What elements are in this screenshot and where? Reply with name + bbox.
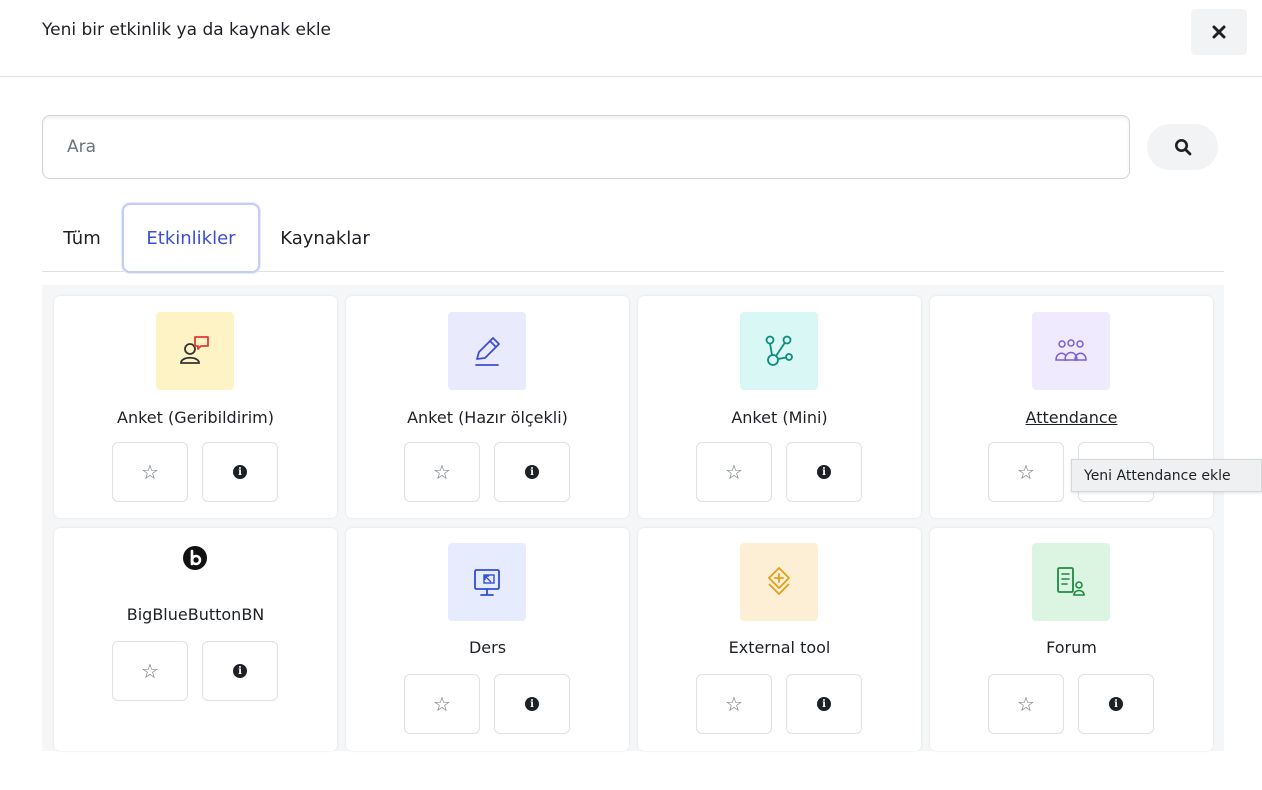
feedback-icon [180, 336, 209, 364]
star-icon: ☆ [433, 692, 451, 716]
module-card-choice[interactable]: Anket (Mini) ☆ i [638, 296, 921, 518]
modal-title: Yeni bir etkinlik ya da kaynak ekle [42, 20, 331, 40]
add-attendance-tooltip: Yeni Attendance ekle [1071, 459, 1262, 492]
star-icon: ☆ [1017, 692, 1035, 716]
star-button[interactable]: ☆ [112, 641, 188, 701]
presentation-icon [474, 569, 500, 596]
module-name[interactable]: Attendance [930, 408, 1213, 427]
module-icon-box [740, 543, 818, 621]
star-icon: ☆ [433, 460, 451, 484]
module-icon-box [1032, 312, 1110, 390]
modal-header: Yeni bir etkinlik ya da kaynak ekle [0, 0, 1262, 77]
tab-bar: Tüm Etkinlikler Kaynaklar [42, 203, 1224, 273]
info-button[interactable]: i [786, 442, 862, 502]
info-button[interactable]: i [1078, 674, 1154, 734]
module-card-bigbluebutton[interactable]: BigBlueButtonBN ☆ i [54, 528, 337, 751]
module-card-feedback[interactable]: Anket (Geribildirim) ☆ i [54, 296, 337, 518]
module-card-external-tool[interactable]: External tool ☆ i [638, 528, 921, 751]
search-icon [1174, 139, 1191, 156]
module-icon-box [448, 543, 526, 621]
info-icon: i [233, 465, 247, 479]
star-icon: ☆ [141, 460, 159, 484]
module-name: Ders [468, 638, 507, 657]
info-icon: i [233, 664, 247, 678]
tab-resources[interactable]: Kaynaklar [260, 203, 390, 273]
module-icon-box [156, 312, 234, 390]
star-icon: ☆ [1017, 460, 1035, 484]
module-card-survey[interactable]: Anket (Hazır ölçekli) ☆ i [346, 296, 629, 518]
search-input[interactable] [43, 116, 1129, 178]
star-button[interactable]: ☆ [696, 674, 772, 734]
module-name: BigBlueButtonBN [126, 605, 265, 624]
star-button[interactable]: ☆ [404, 442, 480, 502]
group-icon [1055, 339, 1087, 361]
star-button[interactable]: ☆ [404, 674, 480, 734]
star-icon: ☆ [725, 460, 743, 484]
star-button[interactable]: ☆ [988, 442, 1064, 502]
info-button[interactable]: i [202, 442, 278, 502]
info-icon: i [525, 697, 539, 711]
module-name: External tool [728, 638, 831, 657]
info-button[interactable]: i [494, 674, 570, 734]
star-button[interactable]: ☆ [696, 442, 772, 502]
search-field[interactable] [42, 115, 1130, 179]
info-icon: i [817, 465, 831, 479]
puzzle-icon [768, 567, 790, 595]
tab-all[interactable]: Tüm [42, 203, 122, 273]
search-button[interactable] [1147, 124, 1218, 170]
module-name: Anket (Mini) [731, 408, 828, 427]
bigbluebutton-icon [183, 546, 207, 570]
star-icon: ☆ [725, 692, 743, 716]
tab-activities[interactable]: Etkinlikler [122, 203, 260, 273]
info-button[interactable]: i [786, 674, 862, 734]
info-button[interactable]: i [494, 442, 570, 502]
module-name: Anket (Hazır ölçekli) [407, 408, 568, 427]
star-button[interactable]: ☆ [112, 442, 188, 502]
module-card-forum[interactable]: Forum ☆ i [930, 528, 1213, 751]
module-icon-box [448, 312, 526, 390]
module-icon-box [740, 312, 818, 390]
module-card-lesson[interactable]: Ders ☆ i [346, 528, 629, 751]
close-button[interactable] [1191, 9, 1247, 55]
star-button[interactable]: ☆ [988, 674, 1064, 734]
module-name: Forum [1046, 638, 1097, 657]
module-icon-box [1032, 543, 1110, 621]
forum-icon [1057, 567, 1085, 596]
info-button[interactable]: i [202, 641, 278, 701]
info-icon: i [817, 697, 831, 711]
info-icon: i [1109, 697, 1123, 711]
info-icon: i [525, 465, 539, 479]
module-name: Anket (Geribildirim) [117, 408, 274, 427]
close-icon [1212, 25, 1226, 39]
pencil-icon [475, 337, 500, 366]
star-icon: ☆ [141, 659, 159, 683]
branch-icon [765, 335, 793, 366]
